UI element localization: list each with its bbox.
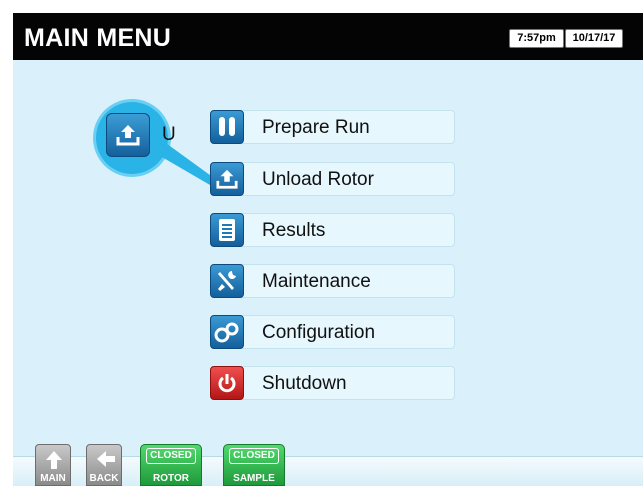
menu-item-configuration[interactable]: Configuration xyxy=(210,315,455,349)
menu-item-label: Maintenance xyxy=(262,271,371,292)
menu-item-label: Unload Rotor xyxy=(262,169,374,190)
callout-pointer xyxy=(155,141,214,185)
rotor-status-button[interactable]: CLOSED ROTOR xyxy=(140,444,202,486)
menu-item-maintenance[interactable]: Maintenance xyxy=(210,264,455,298)
menu-item-label: Results xyxy=(262,220,326,241)
rotor-status: CLOSED xyxy=(146,448,196,464)
menu-item-prepare-run[interactable]: Prepare Run xyxy=(210,110,455,144)
sample-status: CLOSED xyxy=(229,448,279,464)
menu-item-results[interactable]: Results xyxy=(210,213,455,247)
menu-item-label: Prepare Run xyxy=(262,117,370,138)
arrow-left-icon xyxy=(97,451,115,467)
sample-status-button[interactable]: CLOSED SAMPLE xyxy=(223,444,285,486)
main-button-label: MAIN xyxy=(40,473,66,484)
test-tubes-icon[interactable] xyxy=(210,110,244,144)
tools-icon[interactable] xyxy=(210,264,244,298)
document-icon[interactable] xyxy=(210,213,244,247)
sample-label: SAMPLE xyxy=(233,473,275,484)
power-icon[interactable] xyxy=(210,366,244,400)
menu-item-label: Configuration xyxy=(262,322,376,343)
back-button[interactable]: BACK xyxy=(86,444,122,486)
menu-item-label: Shutdown xyxy=(262,373,347,394)
arrow-up-icon xyxy=(46,451,62,469)
main-menu-screen: MAIN MENU 7:57pm 10/17/17 U Prepare Run xyxy=(13,13,643,486)
menu-item-unload-rotor[interactable]: Unload Rotor xyxy=(210,162,455,196)
gears-icon[interactable] xyxy=(210,315,244,349)
menu-item-shutdown[interactable]: Shutdown xyxy=(210,366,455,400)
main-button[interactable]: MAIN xyxy=(35,444,71,486)
back-button-label: BACK xyxy=(89,473,119,484)
rotor-label: ROTOR xyxy=(153,473,189,484)
unload-icon[interactable] xyxy=(210,162,244,196)
menu-item-bar[interactable] xyxy=(222,213,455,247)
